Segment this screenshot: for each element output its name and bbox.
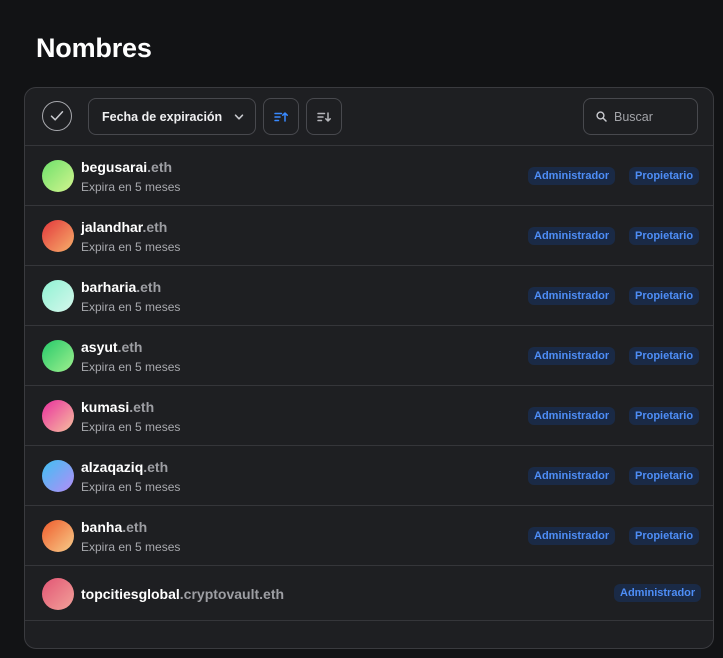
sort-ascending-icon: [274, 111, 288, 122]
domain-suffix: .eth: [136, 279, 162, 295]
manager-badge: Administrador: [528, 287, 616, 305]
name-row[interactable]: begusarai.eth Expira en 5 meses Administ…: [25, 146, 713, 206]
avatar: [42, 280, 74, 312]
domain-suffix: .eth: [143, 459, 169, 475]
avatar: [42, 160, 74, 192]
domain-label: topcitiesglobal: [81, 586, 180, 602]
sort-select-label: Fecha de expiración: [102, 109, 223, 124]
expiry-text: Expira en 5 meses: [81, 360, 181, 374]
domain-label: alzaqaziq: [81, 459, 144, 475]
names-list-card: Fecha de expiración Buscar begusarai.eth…: [24, 87, 714, 649]
page-title: Nombres: [36, 33, 152, 63]
search-input[interactable]: [614, 109, 684, 124]
avatar: [42, 578, 74, 610]
domain-name: banha.eth: [81, 519, 147, 535]
expiry-text: Expira en 5 meses: [81, 420, 181, 434]
avatar: [42, 340, 74, 372]
domain-label: begusarai: [81, 159, 148, 175]
chevron-down-icon: [234, 114, 244, 120]
domain-name: jalandhar.eth: [81, 219, 167, 235]
names-page: Nombres Fecha de expiración Buscar begus…: [0, 0, 723, 658]
expiry-text: Expira en 5 meses: [81, 240, 181, 254]
avatar: [42, 520, 74, 552]
domain-name: asyut.eth: [81, 339, 142, 355]
manager-badge: Administrador: [528, 527, 616, 545]
owner-badge: Propietario: [629, 407, 700, 425]
expiry-text: Expira en 5 meses: [81, 180, 181, 194]
domain-label: jalandhar: [81, 219, 143, 235]
name-row[interactable]: kumasi.eth Expira en 5 meses Administrad…: [25, 386, 713, 446]
domain-suffix: .eth: [142, 219, 168, 235]
domain-suffix: .cryptovault.eth: [179, 586, 285, 602]
name-row[interactable]: alzaqaziq.eth Expira en 5 meses Administ…: [25, 446, 713, 506]
search-icon: [596, 111, 607, 122]
avatar: [42, 400, 74, 432]
domain-label: banha: [81, 519, 123, 535]
avatar: [42, 460, 74, 492]
manager-badge: Administrador: [614, 584, 702, 602]
domain-suffix: .eth: [122, 519, 148, 535]
name-row[interactable]: topcitiesglobal.cryptovault.eth Administ…: [25, 566, 713, 621]
manager-badge: Administrador: [528, 227, 616, 245]
name-row[interactable]: barharia.eth Expira en 5 meses Administr…: [25, 266, 713, 326]
owner-badge: Propietario: [629, 347, 700, 365]
domain-name: alzaqaziq.eth: [81, 459, 168, 475]
check-icon: [50, 111, 64, 121]
sort-ascending-button[interactable]: [263, 98, 299, 135]
domain-label: kumasi: [81, 399, 130, 415]
domain-name: barharia.eth: [81, 279, 161, 295]
manager-badge: Administrador: [528, 347, 616, 365]
sort-descending-button[interactable]: [306, 98, 342, 135]
manager-badge: Administrador: [528, 467, 616, 485]
search-box[interactable]: [583, 98, 698, 135]
owner-badge: Propietario: [629, 287, 700, 305]
domain-label: asyut: [81, 339, 118, 355]
domain-label: barharia: [81, 279, 137, 295]
select-mode-button[interactable]: [42, 101, 72, 131]
toolbar: Fecha de expiración: [25, 88, 713, 146]
avatar: [42, 220, 74, 252]
owner-badge: Propietario: [629, 227, 700, 245]
manager-badge: Administrador: [528, 407, 616, 425]
name-row[interactable]: asyut.eth Expira en 5 meses Administrado…: [25, 326, 713, 386]
domain-suffix: .eth: [129, 399, 155, 415]
owner-badge: Propietario: [629, 167, 700, 185]
owner-badge: Propietario: [629, 527, 700, 545]
domain-name: kumasi.eth: [81, 399, 154, 415]
domain-suffix: .eth: [117, 339, 143, 355]
domain-name: begusarai.eth: [81, 159, 172, 175]
expiry-text: Expira en 5 meses: [81, 300, 181, 314]
expiry-text: Expira en 5 meses: [81, 480, 181, 494]
owner-badge: Propietario: [629, 467, 700, 485]
domain-suffix: .eth: [147, 159, 173, 175]
domain-name: topcitiesglobal.cryptovault.eth: [81, 586, 284, 602]
name-row[interactable]: jalandhar.eth Expira en 5 meses Administ…: [25, 206, 713, 266]
name-row[interactable]: banha.eth Expira en 5 meses Administrado…: [25, 506, 713, 566]
expiry-text: Expira en 5 meses: [81, 540, 181, 554]
sort-select[interactable]: Fecha de expiración: [88, 98, 256, 135]
sort-descending-icon: [317, 111, 331, 122]
manager-badge: Administrador: [528, 167, 616, 185]
